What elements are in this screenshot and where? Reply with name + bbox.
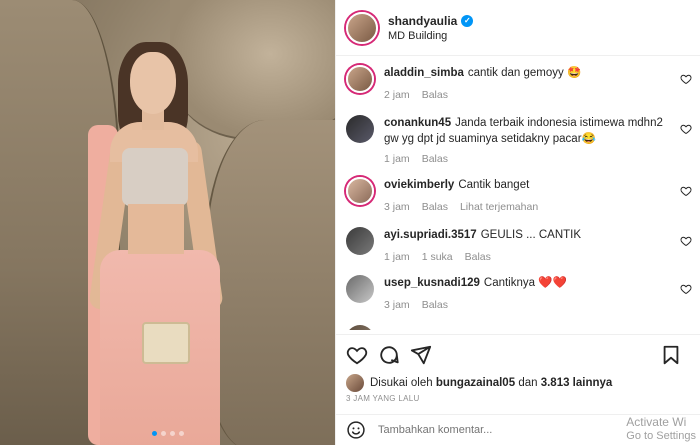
emoji-icon[interactable] [346, 420, 366, 440]
commenter-username[interactable]: usep_kusnadi129 [384, 277, 480, 289]
comment-time[interactable]: 3 jam [384, 201, 410, 213]
carousel-dot [151, 431, 157, 436]
commenter-avatar[interactable] [346, 115, 374, 143]
commenter-username[interactable]: conankun45 [384, 117, 451, 129]
comment-item: aladdin_simba cantik dan gemoyy 🤩 2 jam Ba… [346, 65, 700, 101]
comment-text: Cantik banget [458, 179, 530, 191]
bookmark-icon[interactable] [660, 344, 682, 366]
reply-button[interactable]: Balas [465, 251, 491, 263]
comment-text: Cantiknya ❤️❤️ [483, 277, 567, 289]
likes-prefix: Disukai oleh [370, 377, 433, 389]
paper-plane-icon[interactable] [410, 344, 432, 366]
photo-figure-face [130, 52, 176, 114]
comment-text: cantik dan gemoyy 🤩 [467, 67, 582, 79]
reply-button[interactable]: Balas [422, 299, 448, 311]
author-avatar[interactable] [346, 11, 378, 44]
heart-icon[interactable] [680, 283, 692, 295]
comment-item-partial [346, 325, 700, 330]
likes-joiner: dan [518, 377, 538, 389]
comment-icon[interactable] [378, 344, 400, 366]
author-username[interactable]: shandyaulia [388, 14, 457, 28]
commenter-username[interactable]: oviekimberly [384, 179, 454, 191]
heart-icon[interactable] [680, 185, 692, 197]
reply-button[interactable]: Balas [422, 89, 448, 101]
add-comment-input[interactable] [378, 424, 578, 436]
carousel-dot [160, 431, 166, 436]
carousel-dot [169, 431, 175, 436]
watermark-line-1: Activate Wi [626, 415, 687, 429]
liker-avatar[interactable] [346, 374, 364, 392]
heart-icon[interactable] [680, 73, 692, 85]
windows-activation-watermark: Activate Wi Go to Settings [626, 415, 696, 443]
carousel-dot [178, 431, 184, 436]
comment-likes-count[interactable]: 1 suka [422, 251, 453, 263]
liker-username[interactable]: bungazainal05 [436, 377, 515, 389]
heart-icon[interactable] [680, 123, 692, 135]
comment-item: usep_kusnadi129 Cantiknya ❤️❤️ 3 jam Balas [346, 275, 700, 311]
comment-time[interactable]: 1 jam [384, 153, 410, 165]
post-actions-bar [336, 334, 700, 374]
photo-background-rock [205, 120, 335, 445]
post-location[interactable]: MD Building [388, 30, 473, 42]
comment-text: GEULIS ... CANTIK [480, 229, 582, 241]
post-details-panel: shandyaulia ✓ MD Building aladdin_simba c… [335, 0, 700, 445]
comment-item: conankun45 Janda terbaik indonesia istime… [346, 115, 700, 165]
comment-time[interactable]: 3 jam [384, 299, 410, 311]
likes-count[interactable]: 3.813 lainnya [541, 377, 613, 389]
photo-background-rock [170, 0, 335, 140]
carousel-indicator [0, 425, 335, 439]
commenter-avatar[interactable] [346, 227, 374, 255]
reply-button[interactable]: Balas [422, 201, 448, 213]
commenter-avatar[interactable] [346, 325, 374, 330]
commenter-username[interactable]: aladdin_simba [384, 67, 464, 79]
photo-figure-bag [142, 322, 190, 364]
commenter-avatar[interactable] [346, 177, 374, 205]
heart-icon[interactable] [346, 344, 368, 366]
verified-badge-icon: ✓ [461, 14, 474, 27]
comment-time[interactable]: 1 jam [384, 251, 410, 263]
post-photo[interactable] [0, 0, 335, 445]
post-time-ago[interactable]: 3 JAM YANG LALU [346, 394, 420, 403]
photo-figure-waist [128, 204, 184, 254]
comments-list[interactable]: aladdin_simba cantik dan gemoyy 🤩 2 jam Ba… [336, 57, 700, 330]
reply-button[interactable]: Balas [422, 153, 448, 165]
comment-time[interactable]: 2 jam [384, 89, 410, 101]
watermark-line-2: Go to Settings [626, 430, 696, 442]
comment-item: oviekimberly Cantik banget 3 jam Balas Liha… [346, 177, 700, 213]
photo-figure-top [122, 148, 188, 206]
commenter-avatar[interactable] [346, 65, 374, 93]
post-header: shandyaulia ✓ MD Building [336, 0, 700, 56]
comment-item: ayi.supriadi.3517 GEULIS ... CANTIK 1 jam… [346, 227, 700, 263]
commenter-avatar[interactable] [346, 275, 374, 303]
likes-summary: Disukai oleh bungazainal05 dan 3.813 lai… [346, 374, 612, 392]
heart-icon[interactable] [680, 235, 692, 247]
see-translation-link[interactable]: Lihat terjemahan [460, 201, 538, 213]
commenter-username[interactable]: ayi.supriadi.3517 [384, 229, 477, 241]
